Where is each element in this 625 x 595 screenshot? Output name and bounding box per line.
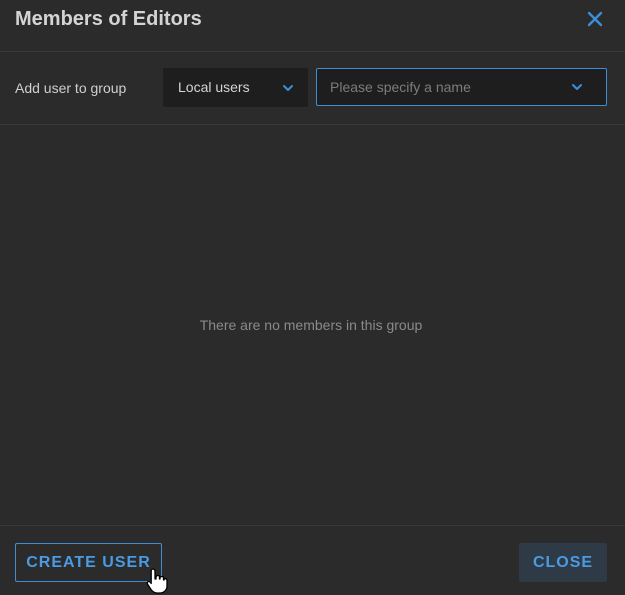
user-name-combobox[interactable] (316, 68, 607, 106)
add-user-row: Add user to group Local users (0, 52, 625, 125)
close-button[interactable]: CLOSE (519, 543, 607, 582)
members-list: There are no members in this group (0, 125, 625, 525)
user-name-input[interactable] (330, 77, 565, 97)
chevron-down-icon[interactable] (571, 83, 583, 91)
dialog-title: Members of Editors (15, 8, 202, 30)
dialog-header: Members of Editors (0, 0, 625, 52)
empty-members-message: There are no members in this group (199, 317, 423, 333)
user-source-value: Local users (178, 79, 250, 95)
create-user-button[interactable]: CREATE USER (15, 543, 162, 582)
add-user-label: Add user to group (15, 80, 127, 96)
members-dialog: Members of Editors Add user to group Loc… (0, 0, 625, 594)
close-dialog-button[interactable] (585, 9, 605, 29)
dialog-footer: CREATE USER CLOSE (0, 525, 625, 595)
user-source-select[interactable]: Local users (163, 68, 308, 107)
chevron-down-icon (283, 85, 293, 91)
close-icon (587, 11, 603, 27)
